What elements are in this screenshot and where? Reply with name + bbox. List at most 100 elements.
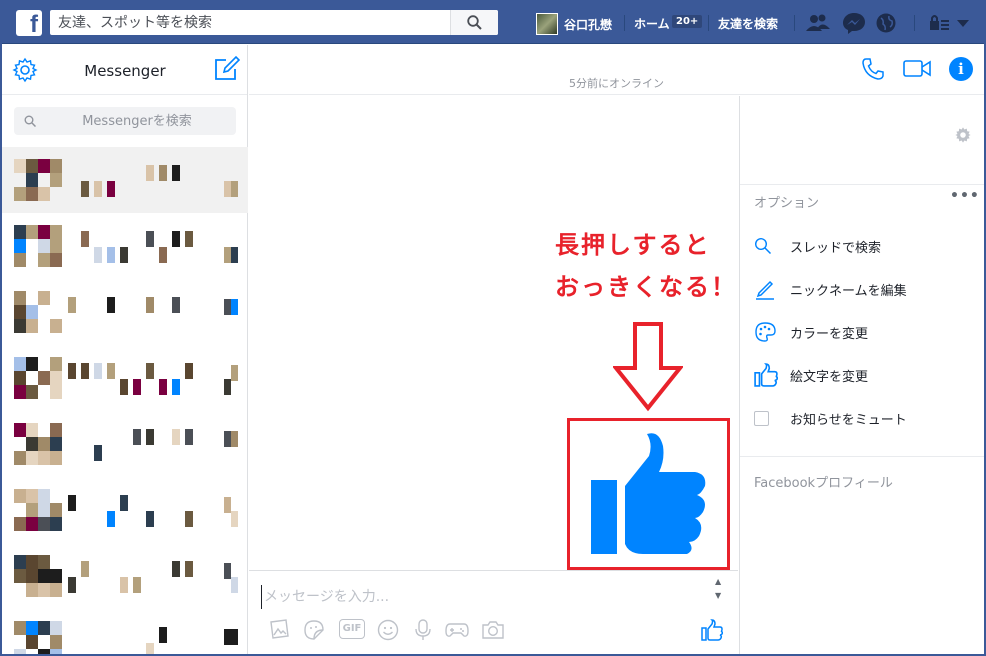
blurred-avatar-pixel bbox=[26, 225, 38, 239]
blurred-text-pixel bbox=[94, 445, 102, 461]
friend-requests-icon[interactable] bbox=[806, 12, 830, 34]
conversation-sidebar: Messenger bbox=[2, 45, 248, 654]
blurred-avatar-pixel bbox=[38, 621, 50, 635]
voice-call-icon[interactable] bbox=[861, 57, 885, 81]
emoji-icon[interactable] bbox=[377, 619, 399, 641]
blurred-text-pixel bbox=[185, 561, 193, 577]
info-icon[interactable]: i bbox=[949, 57, 973, 81]
send-thumbs-up-icon[interactable] bbox=[701, 619, 723, 641]
option-mute-notifications[interactable]: お知らせをミュート bbox=[754, 404, 974, 432]
search-button[interactable] bbox=[450, 10, 498, 35]
blurred-text-pixel bbox=[81, 561, 89, 577]
message-thread: 長押しすると おっきくなる！ bbox=[249, 96, 738, 570]
blurred-avatar-pixel bbox=[38, 239, 50, 253]
gif-icon[interactable]: GIF bbox=[339, 619, 365, 639]
blurred-avatar-pixel bbox=[26, 187, 38, 201]
scroll-down-arrow-icon[interactable]: ▼ bbox=[715, 591, 721, 600]
blurred-text-pixel bbox=[172, 165, 180, 181]
home-link[interactable]: ホーム bbox=[634, 15, 670, 32]
conversation-list-item[interactable] bbox=[2, 609, 248, 654]
blurred-avatar-pixel bbox=[26, 305, 38, 319]
messenger-window: f 谷口孔懋 ホーム 20+ 友達を検索 bbox=[0, 0, 986, 656]
blurred-avatar-pixel bbox=[26, 357, 38, 371]
find-friends-link[interactable]: 友達を検索 bbox=[718, 15, 778, 32]
facebook-logo[interactable]: f bbox=[16, 10, 42, 36]
blurred-avatar-pixel bbox=[14, 187, 26, 201]
blurred-avatar-pixel bbox=[50, 621, 62, 635]
option-change-emoji[interactable]: 絵文字を変更 bbox=[754, 361, 974, 389]
blurred-avatar-pixel bbox=[26, 489, 38, 503]
blurred-avatar-pixel bbox=[14, 555, 26, 569]
global-search-input[interactable] bbox=[50, 10, 450, 35]
blurred-text-pixel bbox=[120, 247, 128, 263]
blurred-avatar-pixel bbox=[26, 517, 38, 531]
blurred-avatar-pixel bbox=[50, 437, 62, 451]
message-input[interactable] bbox=[261, 585, 701, 609]
option-edit-nickname[interactable]: ニックネームを編集 bbox=[754, 275, 974, 303]
option-change-color[interactable]: カラーを変更 bbox=[754, 318, 974, 346]
blurred-avatar-pixel bbox=[50, 239, 62, 253]
conversation-list-item[interactable] bbox=[2, 477, 248, 543]
game-controller-icon[interactable] bbox=[445, 619, 469, 641]
option-label: ニックネームを編集 bbox=[790, 283, 907, 299]
facebook-profile-section-title: Facebookプロフィール bbox=[754, 476, 893, 491]
blurred-avatar-pixel bbox=[50, 517, 62, 531]
blurred-text-pixel bbox=[159, 165, 167, 181]
blurred-timestamp-pixel bbox=[231, 577, 238, 593]
video-call-icon[interactable] bbox=[903, 59, 931, 79]
blurred-avatar-pixel bbox=[38, 649, 50, 654]
conversation-list-item[interactable] bbox=[2, 345, 248, 411]
mute-checkbox[interactable] bbox=[754, 410, 769, 426]
new-message-icon[interactable] bbox=[212, 55, 240, 83]
blurred-avatar-pixel bbox=[50, 319, 62, 333]
blurred-text-pixel bbox=[133, 429, 141, 445]
blurred-avatar-pixel bbox=[50, 385, 62, 399]
blurred-text-pixel bbox=[120, 577, 128, 593]
sticker-icon[interactable] bbox=[303, 619, 325, 641]
blurred-avatar-pixel bbox=[26, 583, 38, 597]
pencil-icon bbox=[756, 280, 774, 300]
avatar bbox=[536, 13, 558, 35]
blurred-timestamp-pixel bbox=[231, 181, 238, 197]
blurred-text-pixel bbox=[172, 231, 180, 247]
conversation-list-item[interactable] bbox=[2, 411, 248, 477]
messenger-search-input[interactable] bbox=[44, 107, 230, 135]
blurred-avatar-pixel bbox=[38, 291, 50, 305]
blurred-avatar-pixel bbox=[14, 371, 26, 385]
blurred-text-pixel bbox=[68, 297, 76, 313]
conversation-list-item[interactable] bbox=[2, 213, 248, 279]
privacy-shortcuts-icon[interactable] bbox=[928, 12, 952, 34]
blurred-text-pixel bbox=[81, 363, 89, 379]
blurred-text-pixel bbox=[107, 511, 115, 527]
blurred-text-pixel bbox=[185, 231, 193, 247]
profile-name: 谷口孔懋 bbox=[564, 17, 613, 32]
blurred-text-pixel bbox=[94, 363, 102, 379]
nav-divider bbox=[708, 15, 709, 31]
conversation-list bbox=[2, 147, 248, 654]
blurred-text-pixel bbox=[68, 363, 76, 379]
blurred-text-pixel bbox=[107, 363, 115, 379]
camera-icon[interactable] bbox=[481, 619, 505, 641]
blurred-text-pixel bbox=[133, 379, 141, 395]
blurred-text-pixel bbox=[68, 577, 76, 593]
messenger-icon[interactable] bbox=[842, 12, 866, 34]
notifications-globe-icon[interactable] bbox=[874, 12, 898, 34]
blurred-timestamp-pixel bbox=[231, 629, 238, 645]
conversation-list-item[interactable] bbox=[2, 543, 248, 609]
profile-link[interactable]: 谷口孔懋 bbox=[536, 12, 612, 36]
blurred-avatar-pixel bbox=[50, 225, 62, 239]
image-icon[interactable] bbox=[267, 619, 289, 641]
blurred-text-pixel bbox=[159, 247, 167, 263]
chevron-down-icon[interactable] bbox=[956, 12, 970, 34]
settings-gear-icon[interactable] bbox=[954, 126, 972, 144]
blurred-avatar-pixel bbox=[26, 451, 38, 465]
option-search-thread[interactable]: スレッドで検索 bbox=[754, 232, 974, 260]
conversation-list-item[interactable] bbox=[2, 147, 248, 213]
microphone-icon[interactable] bbox=[413, 619, 433, 641]
nav-divider bbox=[914, 15, 915, 31]
annotation-line: 長押しすると bbox=[555, 231, 711, 259]
conversation-list-item[interactable] bbox=[2, 279, 248, 345]
blurred-avatar-pixel bbox=[14, 159, 26, 173]
scroll-up-arrow-icon[interactable]: ▲ bbox=[715, 577, 721, 586]
more-options-icon[interactable]: ••• bbox=[950, 188, 980, 204]
